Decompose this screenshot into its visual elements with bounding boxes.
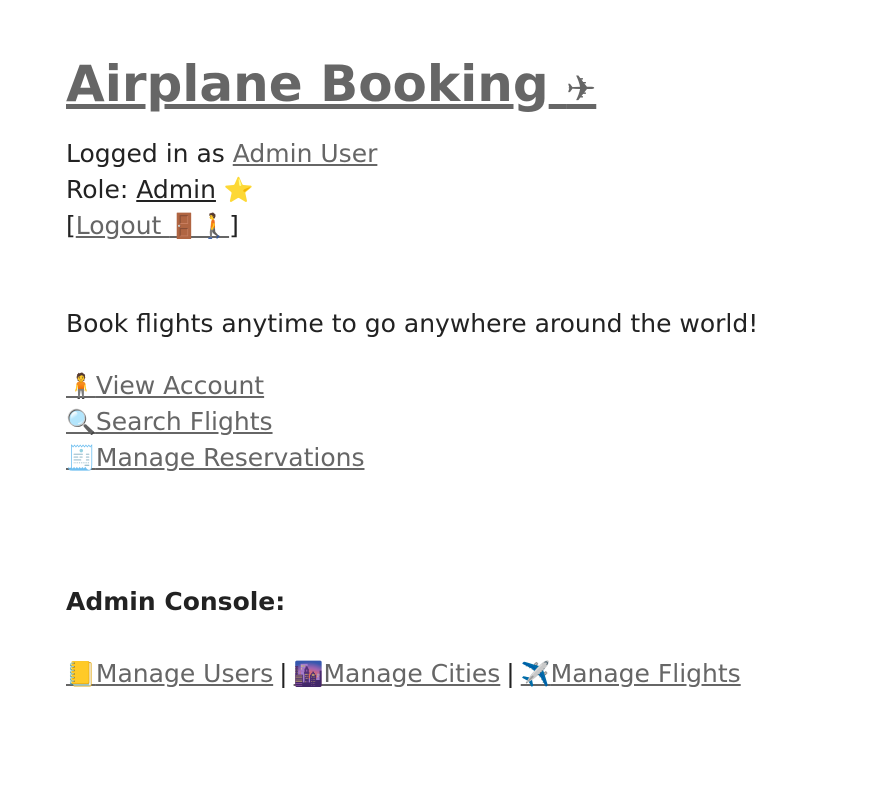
manage-cities-label: Manage Cities [323, 659, 501, 688]
star-icon: ⭐ [223, 176, 254, 204]
logout-bracket-close: ] [229, 211, 239, 240]
city-icon: 🌆 [293, 660, 324, 688]
admin-console-heading: Admin Console: [66, 587, 286, 616]
title-text: Airplane Booking [66, 55, 549, 113]
manage-users-label: Manage Users [95, 659, 274, 688]
user-name-link[interactable]: Admin User [233, 139, 378, 168]
view-account-label: View Account [95, 371, 265, 400]
person-icon: 🧍 [66, 372, 96, 400]
receipt-icon: 🧾 [66, 444, 96, 472]
home-title-link[interactable]: Airplane Booking ✈ [66, 55, 596, 113]
nav-item-view-account: 🧍View Account [66, 368, 364, 404]
page-title: Airplane Booking ✈ [66, 54, 596, 120]
manage-cities-link[interactable]: 🌆Manage Cities [294, 659, 501, 688]
logout-label: Logout [75, 211, 170, 240]
role-link[interactable]: Admin [136, 175, 216, 204]
admin-links: 📒Manage Users | 🌆Manage Cities | ✈️Manage Fl… [66, 656, 741, 692]
airplane-icon: ✈ [566, 69, 597, 110]
nav-item-manage-reservations: 🧾Manage Reservations [66, 440, 364, 476]
search-flights-label: Search Flights [95, 407, 273, 436]
manage-flights-link[interactable]: ✈️Manage Flights [521, 659, 741, 688]
manage-users-link[interactable]: 📒Manage Users [66, 659, 273, 688]
magnifier-icon: 🔍 [66, 408, 96, 436]
logout-link[interactable]: Logout 🚪🚶 [76, 211, 229, 240]
role-prefix: Role: [66, 175, 137, 204]
manage-reservations-label: Manage Reservations [95, 443, 365, 472]
door-walking-icon: 🚪🚶 [169, 212, 230, 240]
admin-separator: | [279, 659, 288, 688]
ledger-icon: 📒 [66, 660, 96, 688]
view-account-link[interactable]: 🧍View Account [66, 368, 264, 404]
role-line: Role: Admin ⭐ [66, 172, 377, 208]
main-nav: 🧍View Account 🔍Search Flights 🧾Manage Re… [66, 368, 364, 476]
nav-item-search-flights: 🔍Search Flights [66, 404, 364, 440]
logout-line: [Logout 🚪🚶] [66, 208, 377, 244]
logged-in-prefix: Logged in as [66, 139, 233, 168]
admin-separator: | [506, 659, 515, 688]
user-info: Logged in as Admin User Role: Admin ⭐ [L… [66, 136, 377, 244]
airplane-icon: ✈️ [520, 660, 551, 688]
manage-reservations-link[interactable]: 🧾Manage Reservations [66, 440, 364, 476]
logout-bracket-open: [ [66, 211, 76, 240]
manage-flights-label: Manage Flights [550, 659, 741, 688]
logged-in-line: Logged in as Admin User [66, 136, 377, 172]
tagline: Book flights anytime to go anywhere arou… [66, 309, 759, 338]
search-flights-link[interactable]: 🔍Search Flights [66, 404, 273, 440]
